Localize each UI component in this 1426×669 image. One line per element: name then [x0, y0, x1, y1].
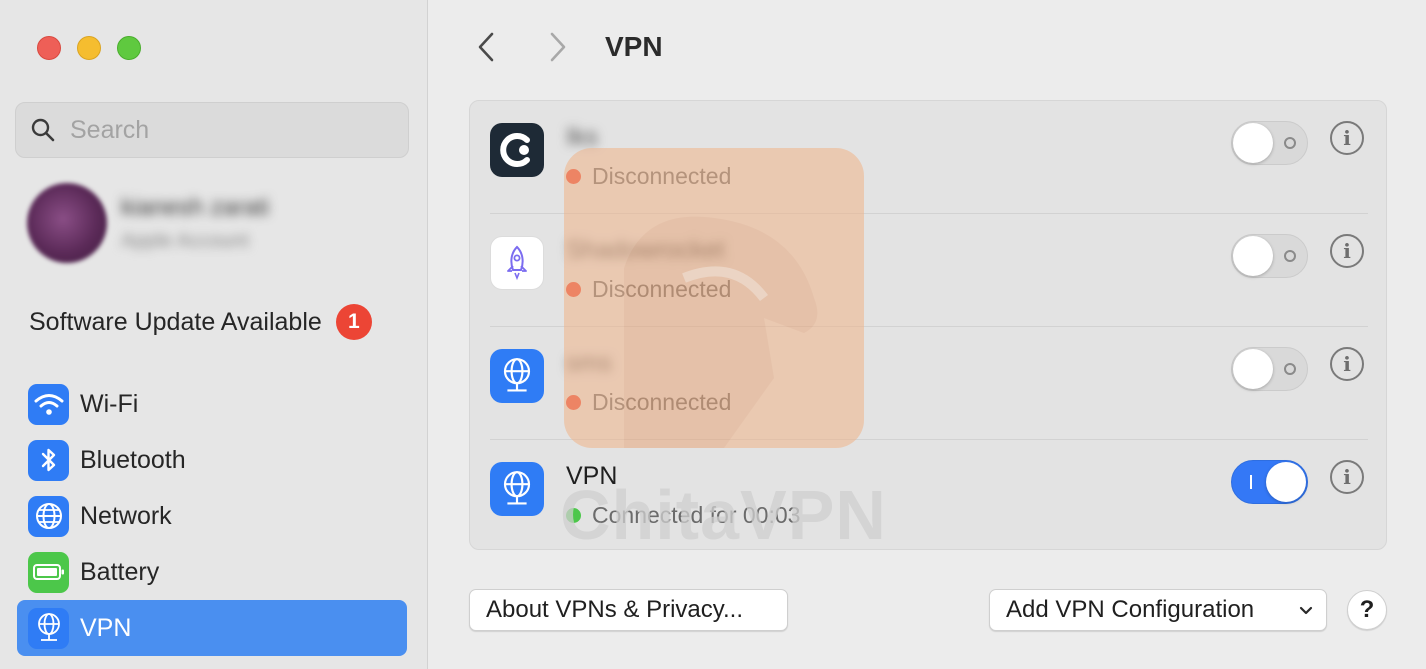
window-controls: [37, 36, 141, 60]
vpn-toggle[interactable]: [1231, 121, 1308, 165]
vpn-status: Connected for 00:03: [566, 502, 800, 529]
sidebar-item-label: Wi-Fi: [80, 389, 139, 418]
about-vpns-privacy-button[interactable]: About VPNs & Privacy...: [469, 589, 788, 631]
status-dot: [566, 395, 581, 410]
info-icon[interactable]: i: [1330, 347, 1364, 381]
main-content: VPN Iks Disconnected i Shadowrocket Disc…: [429, 0, 1426, 669]
chevron-down-icon: [1299, 606, 1313, 615]
zoom-window-button[interactable]: [117, 36, 141, 60]
vpn-globe-icon: [490, 462, 544, 516]
sidebar-item-network[interactable]: Network: [17, 488, 407, 544]
cisco-icon: [490, 123, 544, 177]
add-vpn-configuration-label: Add VPN Configuration: [1006, 596, 1255, 623]
chevron-right-icon: [550, 32, 566, 62]
close-window-button[interactable]: [37, 36, 61, 60]
status-text: Disconnected: [592, 163, 732, 189]
sidebar-item-vpn[interactable]: VPN: [17, 600, 407, 656]
vpn-name: sms: [566, 349, 612, 377]
vpn-row[interactable]: VPN Connected for 00:03 i: [490, 440, 1368, 553]
sidebar-nav: Wi-Fi Bluetooth Network Battery VPN: [17, 376, 407, 656]
wifi-icon: [28, 383, 69, 425]
sidebar-item-bluetooth[interactable]: Bluetooth: [17, 432, 407, 488]
help-button[interactable]: ?: [1347, 590, 1387, 630]
rocket-icon: [490, 236, 544, 290]
battery-icon: [28, 551, 69, 593]
update-count-badge: 1: [335, 304, 372, 340]
vpn-toggle[interactable]: [1231, 347, 1308, 391]
minimize-window-button[interactable]: [77, 36, 101, 60]
globe-icon: [28, 495, 69, 537]
page-title: VPN: [605, 31, 663, 62]
sidebar: kianesh zarati Apple Account Software Up…: [0, 0, 428, 669]
vpn-globe-icon: [28, 607, 69, 649]
forward-button[interactable]: [538, 22, 578, 72]
vpn-name: Shadowrocket: [566, 236, 725, 264]
chevron-left-icon: [478, 32, 494, 62]
status-text: Disconnected: [592, 276, 732, 302]
vpn-toggle[interactable]: [1231, 460, 1308, 504]
status-dot: [566, 508, 581, 523]
vpn-name: Iks: [566, 123, 598, 151]
account-name: kianesh zarati: [121, 193, 270, 221]
apple-account[interactable]: kianesh zarati Apple Account: [27, 182, 407, 264]
vpn-row[interactable]: Shadowrocket Disconnected i: [490, 214, 1368, 327]
status-text: Connected for 00:03: [592, 502, 801, 528]
vpn-name: VPN: [566, 462, 618, 490]
status-dot: [566, 169, 581, 184]
sidebar-item-battery[interactable]: Battery: [17, 544, 407, 600]
software-update-label: Software Update Available: [29, 307, 322, 336]
status-dot: [566, 282, 581, 297]
search-box[interactable]: [15, 102, 409, 158]
info-icon[interactable]: i: [1330, 234, 1364, 268]
toolbar: VPN: [429, 22, 1426, 72]
add-vpn-configuration-button[interactable]: Add VPN Configuration: [989, 589, 1327, 631]
sidebar-item-label: VPN: [80, 613, 132, 642]
vpn-row[interactable]: Iks Disconnected i: [490, 101, 1368, 214]
search-icon: [31, 118, 55, 142]
back-button[interactable]: [466, 22, 506, 72]
sidebar-item-label: Bluetooth: [80, 445, 186, 474]
status-text: Disconnected: [592, 389, 732, 415]
sidebar-item-label: Battery: [80, 557, 160, 586]
vpn-status: Disconnected: [566, 389, 731, 416]
info-icon[interactable]: i: [1330, 121, 1364, 155]
vpn-list: Iks Disconnected i Shadowrocket Disconne…: [469, 100, 1387, 550]
avatar: [27, 183, 107, 263]
account-subtitle: Apple Account: [121, 229, 249, 252]
bluetooth-icon: [28, 439, 69, 481]
software-update-item[interactable]: Software Update Available 1: [29, 303, 399, 341]
vpn-row[interactable]: sms Disconnected i: [490, 327, 1368, 440]
vpn-status: Disconnected: [566, 163, 731, 190]
sidebar-item-label: Network: [80, 501, 172, 530]
search-input[interactable]: [70, 115, 370, 145]
vpn-toggle[interactable]: [1231, 234, 1308, 278]
vpn-globe-icon: [490, 349, 544, 403]
vpn-status: Disconnected: [566, 276, 731, 303]
info-icon[interactable]: i: [1330, 460, 1364, 494]
sidebar-item-wifi[interactable]: Wi-Fi: [17, 376, 407, 432]
